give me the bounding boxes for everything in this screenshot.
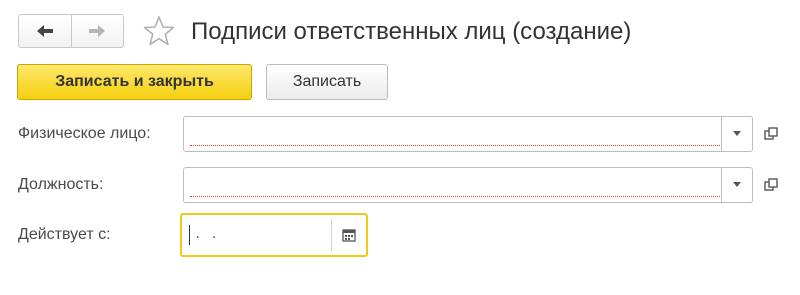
open-icon [764, 127, 778, 140]
dropdown-arrow-icon [733, 182, 741, 187]
arrow-right-icon [89, 25, 106, 37]
save-button[interactable]: Записать [266, 64, 388, 100]
position-open-button[interactable] [758, 167, 784, 203]
calendar-button[interactable] [334, 219, 364, 251]
arrow-left-icon [36, 25, 53, 37]
position-label: Должность: [18, 176, 104, 193]
person-input[interactable] [190, 145, 720, 146]
person-label: Физическое лицо: [18, 125, 151, 142]
calendar-icon [342, 229, 356, 242]
form-window: Подписи ответственных лиц (создание) Зап… [0, 0, 800, 295]
position-dropdown-button[interactable] [721, 168, 752, 202]
position-field[interactable] [183, 167, 753, 203]
person-dropdown-button[interactable] [721, 117, 752, 151]
position-input[interactable] [190, 196, 720, 197]
valid-from-label: Действует с: [18, 226, 111, 243]
person-open-button[interactable] [758, 116, 784, 152]
star-icon [143, 16, 175, 46]
nav-buttons [18, 14, 124, 48]
valid-from-input[interactable]: . . [190, 225, 217, 243]
page-title: Подписи ответственных лиц (создание) [191, 18, 632, 45]
valid-from-date-field[interactable]: . . [180, 213, 368, 257]
favorite-button[interactable] [142, 14, 176, 48]
date-field-divider [331, 219, 332, 251]
forward-button[interactable] [70, 15, 124, 47]
person-field[interactable] [183, 116, 753, 152]
dropdown-arrow-icon [733, 131, 741, 136]
open-icon [764, 178, 778, 191]
save-and-close-button[interactable]: Записать и закрыть [17, 64, 252, 100]
back-button[interactable] [19, 15, 71, 47]
